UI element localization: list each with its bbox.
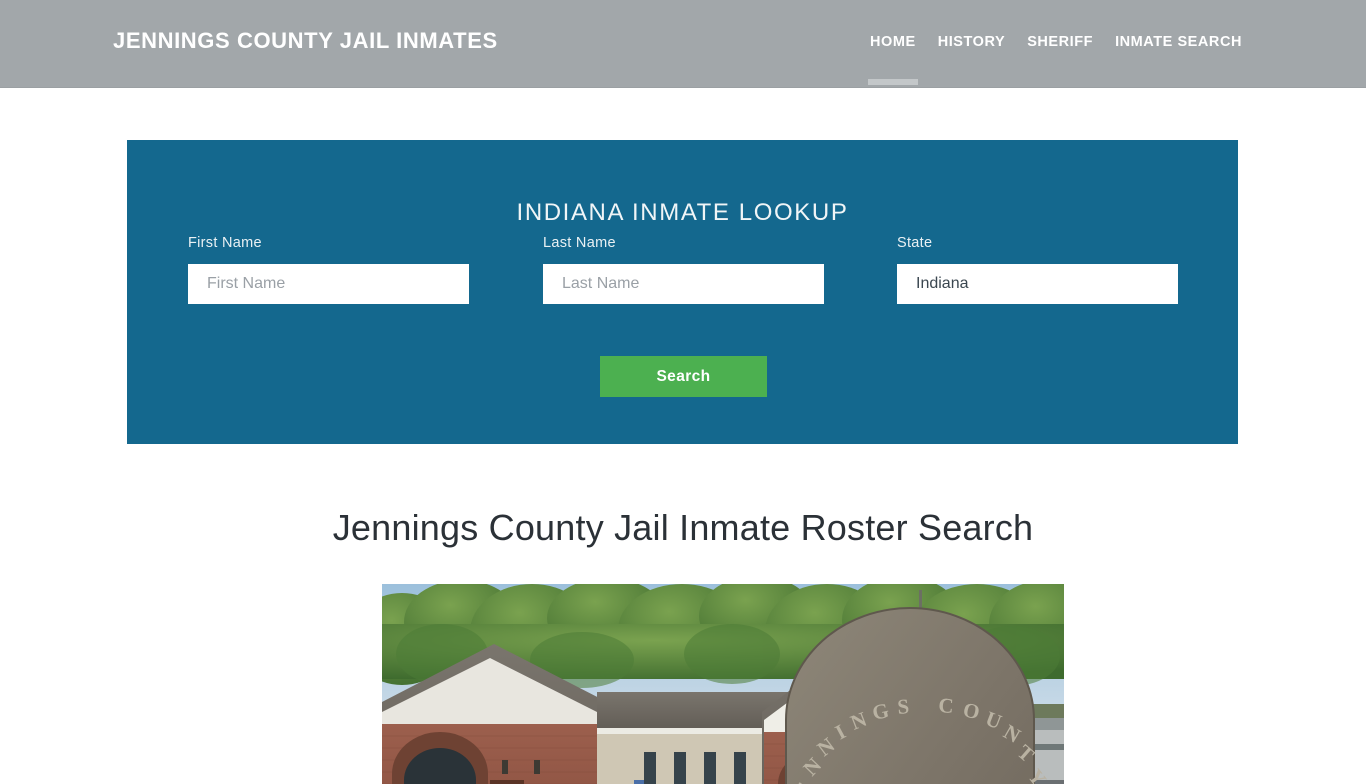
nav-item-home[interactable]: Home: [859, 33, 927, 51]
svg-text:C: C: [938, 693, 958, 718]
jail-building-photo: J E N N I N G S C O U N T Y SHERIFF: [382, 584, 1064, 784]
state-label: State: [897, 235, 933, 251]
lookup-panel-title: Indiana Inmate Lookup: [516, 198, 849, 226]
inmate-lookup-panel: Indiana Inmate Lookup First Name Last Na…: [127, 140, 1238, 444]
last-name-field-group: Last Name: [543, 236, 824, 304]
site-brand-link[interactable]: Jennings County Jail Inmates: [113, 30, 498, 52]
svg-text:S: S: [896, 694, 913, 719]
last-name-label: Last Name: [543, 235, 616, 251]
jail-building-illustration: J E N N I N G S C O U N T Y SHERIFF: [382, 584, 1064, 784]
nav-item-inmate-search[interactable]: Inmate Search: [1104, 33, 1253, 51]
first-name-input[interactable]: [188, 263, 469, 304]
first-name-field-group: First Name: [188, 236, 469, 304]
page-title: Jennings County Jail Inmate Roster Searc…: [332, 507, 1034, 548]
site-header: Jennings County Jail Inmates Home Histor…: [0, 0, 1366, 88]
first-name-label: First Name: [188, 235, 262, 251]
last-name-input[interactable]: [543, 263, 824, 304]
search-button[interactable]: Search: [600, 356, 767, 397]
state-field-group: State Indiana: [897, 236, 1178, 304]
nav-item-sheriff[interactable]: Sheriff: [1016, 33, 1104, 51]
main-navigation: Home History Sheriff Inmate Search: [859, 33, 1253, 51]
nav-item-history[interactable]: History: [927, 33, 1017, 51]
state-select[interactable]: Indiana: [897, 263, 1178, 304]
